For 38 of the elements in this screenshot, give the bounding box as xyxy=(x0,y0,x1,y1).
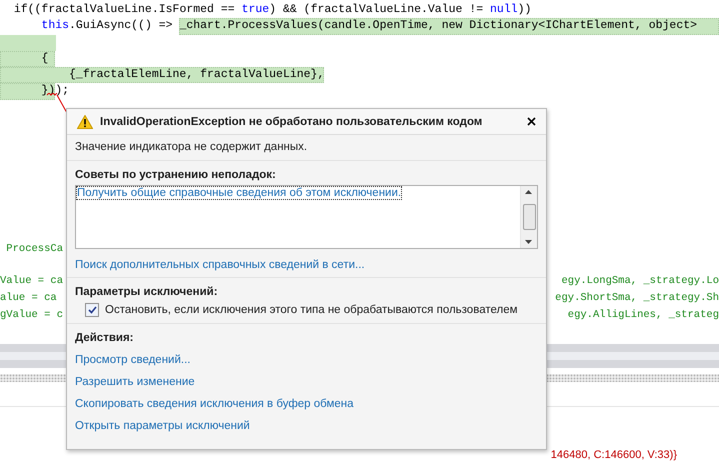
highlighted-code xyxy=(0,34,56,51)
code-text: this xyxy=(41,18,70,34)
section-heading: Советы по устранению неполадок: xyxy=(75,169,277,181)
code-text: ProcessCa xyxy=(5,242,64,255)
code-text: gValue = c xyxy=(0,308,64,324)
code-text: egy.AlligLines, _strateg xyxy=(568,308,719,324)
scroll-up-icon[interactable] xyxy=(525,190,532,194)
code-text: )) xyxy=(518,2,532,18)
code-text: egy.ShortSma, _strategy.Sh xyxy=(555,291,719,306)
code-text: if((fractalValueLine.IsFormed == xyxy=(14,2,236,18)
action-link[interactable]: Разрешить изменение xyxy=(75,376,195,388)
highlighted-code: }) xyxy=(0,83,56,100)
checkmark-icon xyxy=(88,306,96,314)
code-text: true xyxy=(242,2,270,18)
output-text: 146480, C:146600, V:33)} xyxy=(550,449,677,461)
action-link[interactable]: Открыть параметры исключений xyxy=(75,420,250,432)
code-text: egy.LongSma, _strategy.Lo xyxy=(561,274,719,290)
section-heading: Параметры исключений: xyxy=(75,286,219,298)
code-text: .GuiAsync(() => xyxy=(69,18,174,34)
highlighted-code: {_fractalElemLine, fractalValueLine}, xyxy=(0,67,324,84)
highlighted-code: { xyxy=(0,50,56,68)
scroll-down-icon[interactable] xyxy=(525,240,532,244)
tip-link[interactable]: Получить общие справочные сведения об этом исключении. xyxy=(77,187,402,199)
warning-icon xyxy=(77,114,93,128)
action-link[interactable]: Скопировать сведения исключения в буфер обмена xyxy=(75,398,354,410)
highlighted-code: _chart.ProcessValues(candle.OpenTime, new Dictionary<IChartElement, object> xyxy=(179,18,719,35)
action-link[interactable]: Просмотр сведений... xyxy=(75,354,190,366)
code-text: ); xyxy=(55,83,70,100)
code-text: alue = ca xyxy=(0,291,57,306)
section-heading: Действия: xyxy=(75,332,135,344)
code-text: Value = ca xyxy=(0,274,64,290)
scrollbar[interactable] xyxy=(520,186,537,248)
exception-message: Значение индикатора не содержит данных. xyxy=(75,141,308,153)
dialog-title: InvalidOperationException не обработано пользовательским кодом xyxy=(100,116,484,128)
break-checkbox[interactable]: Остановить, если исключения этого типа не обрабатываются пользователем xyxy=(75,303,538,317)
code-text: ) && (fractalValueLine.Value != xyxy=(269,2,484,18)
search-online-link[interactable]: Поиск дополнительных справочных сведений в сети... xyxy=(75,259,365,271)
code-text: null xyxy=(490,2,518,18)
